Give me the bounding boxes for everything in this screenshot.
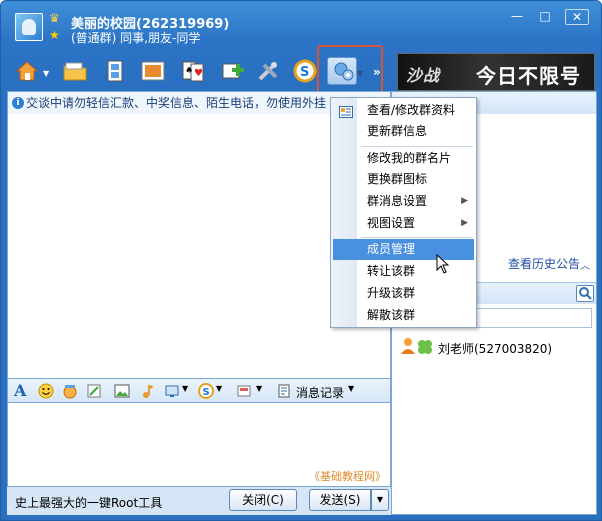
menu-item-member-management[interactable]: 成员管理 [333, 239, 474, 260]
s-app-button[interactable]: S [289, 57, 319, 85]
qq-group-chat-window: ♛ ★ 美丽的校园(262319969) (普通群) 同事,朋友-同学 — □ … [0, 0, 602, 521]
menu-item-label: 群消息设置 [367, 194, 428, 208]
member-name: 刘老师(527003820) [438, 342, 553, 356]
add-app-icon [222, 63, 244, 79]
promo-link[interactable]: 史上最强大的一键Root工具 [15, 494, 162, 511]
mouse-cursor-icon [436, 254, 450, 274]
shake-dropdown-icon[interactable]: ▼ [256, 384, 262, 393]
message-input[interactable]: 《基础教程网》 [7, 403, 391, 487]
member-avatar-icon [401, 338, 415, 354]
menu-item-label: 升级该群 [367, 286, 416, 300]
input-toolbar: A ▼ S ▼ ▼ 消息记录 ▼ [7, 379, 391, 403]
film-icon [107, 60, 123, 82]
menu-item-label: 更新群信息 [367, 124, 428, 138]
security-notice-text: 交谈中请勿轻信汇款、中奖信息、陌生电话，勿使用外挂 [26, 96, 327, 110]
home-button[interactable] [11, 57, 41, 85]
menu-item-dissolve-group[interactable]: 解散该群 [333, 305, 474, 326]
magic-emoji-icon[interactable] [62, 383, 78, 399]
group-avatar[interactable] [15, 13, 43, 41]
music-icon[interactable] [140, 383, 156, 399]
close-chat-button[interactable]: 关闭(C) [229, 489, 297, 511]
picture-icon [141, 61, 165, 81]
poker-game-icon: ♥♠ [182, 61, 204, 82]
history-announcement-link[interactable]: 查看历史公告 [508, 255, 580, 272]
svg-text:♥: ♥ [194, 68, 203, 79]
group-game-button[interactable]: ♥ ♠ [177, 57, 207, 85]
s-service-icon[interactable]: S [198, 383, 214, 399]
menu-item-upgrade-group[interactable]: 升级该群 [333, 283, 474, 304]
history-dropdown-icon[interactable]: ▼ [348, 384, 354, 393]
group-settings-menu: 查看/修改群资料 更新群信息 修改我的群名片 更换群图标 群消息设置 ▶ 视图设置… [330, 97, 477, 328]
home-icon [15, 61, 39, 81]
search-icon [579, 287, 592, 300]
vip-clover-icon [418, 340, 432, 354]
menu-item-label: 视图设置 [367, 216, 416, 230]
message-history-icon[interactable] [276, 383, 292, 399]
ad-brand: 沙战 [406, 66, 441, 85]
shake-window-icon[interactable] [236, 383, 252, 399]
menu-item-view-settings[interactable]: 视图设置 ▶ [333, 213, 474, 234]
screenshot-icon[interactable] [164, 383, 180, 399]
menu-item-label: 修改我的群名片 [367, 151, 452, 165]
menu-item-change-icon[interactable]: 更换群图标 [333, 169, 474, 190]
shared-files-button[interactable] [59, 57, 89, 85]
menu-separator [361, 237, 473, 238]
svg-text:♠: ♠ [185, 66, 193, 76]
close-window-button[interactable]: ✕ [565, 9, 589, 25]
tools-button[interactable] [253, 57, 283, 85]
group-album-button[interactable] [137, 57, 167, 85]
send-options-dropdown-icon[interactable]: ▼ [371, 489, 389, 511]
svg-text:S: S [203, 387, 210, 398]
menu-item-label: 更换群图标 [367, 172, 428, 186]
watermark-text: 《基础教程网》 [309, 470, 386, 483]
menu-item-label: 转让该群 [367, 264, 416, 278]
folder-icon [63, 62, 87, 81]
group-description: (普通群) 同事,朋友-同学 [71, 31, 201, 45]
menu-item-edit-card[interactable]: 修改我的群名片 [333, 148, 474, 169]
menu-separator [361, 146, 473, 147]
screenshot-dropdown-icon[interactable]: ▼ [182, 384, 188, 393]
message-history-button[interactable]: 消息记录 [296, 384, 344, 401]
tools-icon [258, 62, 278, 81]
info-icon: i [12, 97, 24, 109]
svg-text:S: S [300, 65, 309, 80]
title-bar[interactable]: ♛ ★ 美丽的校园(262319969) (普通群) 同事,朋友-同学 — □ … [1, 1, 601, 47]
maximize-button[interactable]: □ [533, 9, 557, 25]
toolbar-more-icon[interactable]: » [373, 65, 381, 79]
send-image-icon[interactable] [114, 383, 130, 399]
add-application-button[interactable] [217, 57, 247, 85]
menu-item-label: 成员管理 [367, 242, 416, 256]
collapse-icon[interactable]: ︿ [580, 257, 590, 272]
menu-item-refresh-info[interactable]: 更新群信息 [333, 121, 474, 142]
member-search-button[interactable] [576, 285, 594, 302]
menu-item-transfer-group[interactable]: 转让该群 [333, 261, 474, 282]
send-button[interactable]: 发送(S) [309, 489, 371, 511]
emoji-icon[interactable] [38, 383, 54, 399]
bottom-bar: 史上最强大的一键Root工具 关闭(C) 发送(S) ▼ [7, 487, 391, 515]
home-dropdown-icon[interactable]: ▼ [43, 69, 49, 78]
minimize-button[interactable]: — [505, 9, 529, 25]
submenu-arrow-icon: ▶ [461, 196, 468, 206]
menu-item-label: 解散该群 [367, 308, 416, 322]
ad-banner[interactable]: 沙战 今日不限号 [397, 53, 595, 91]
crown-icon: ♛ [49, 11, 60, 25]
s-service-dropdown-icon[interactable]: ▼ [216, 384, 222, 393]
ad-slogan: 今日不限号 [476, 64, 581, 88]
menu-item-label: 查看/修改群资料 [367, 103, 456, 117]
star-icon: ★ [49, 28, 60, 42]
scribble-icon[interactable] [86, 383, 102, 399]
s-app-icon: S [293, 59, 317, 83]
group-video-button[interactable] [99, 57, 129, 85]
menu-item-message-settings[interactable]: 群消息设置 ▶ [333, 191, 474, 212]
font-icon[interactable]: A [14, 381, 30, 400]
menu-item-view-edit-profile[interactable]: 查看/修改群资料 [333, 100, 474, 121]
submenu-arrow-icon: ▶ [461, 218, 468, 228]
